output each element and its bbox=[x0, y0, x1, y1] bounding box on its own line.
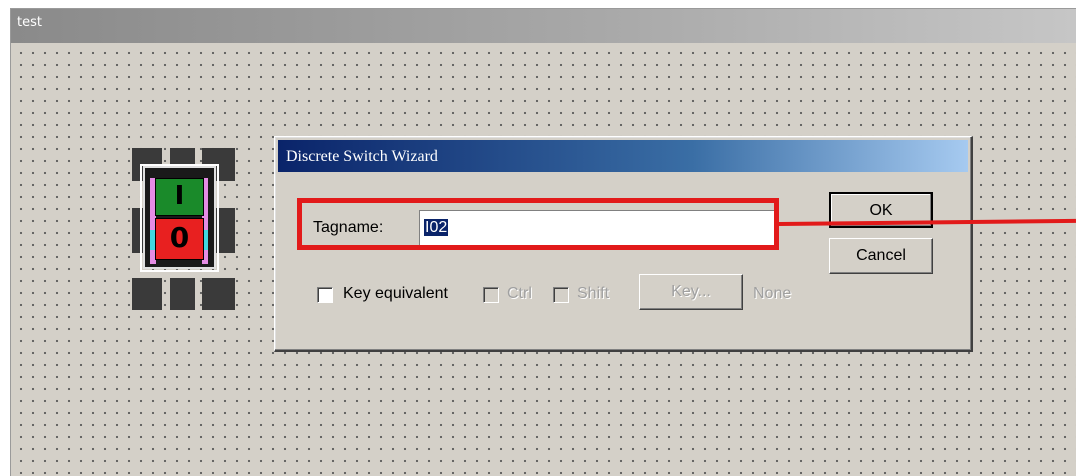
ctrl-label: Ctrl bbox=[507, 285, 532, 302]
ctrl-checkbox bbox=[483, 287, 499, 303]
switch-on-label: I bbox=[174, 181, 185, 211]
cancel-button[interactable]: Cancel bbox=[829, 238, 933, 274]
shift-label: Shift bbox=[577, 285, 610, 302]
switch-handle[interactable] bbox=[132, 278, 162, 310]
switch-handle[interactable] bbox=[202, 278, 235, 310]
switch-handle[interactable] bbox=[170, 278, 195, 310]
shift-checkbox bbox=[553, 287, 569, 303]
dialog-title[interactable]: Discrete Switch Wizard bbox=[278, 140, 968, 172]
highlight-box bbox=[297, 198, 779, 250]
key-equivalent-checkbox[interactable] bbox=[317, 287, 333, 303]
key-equivalent-label[interactable]: Key equivalent bbox=[343, 285, 448, 303]
switch-off-label: 0 bbox=[169, 221, 190, 254]
switch-off-segment: 0 bbox=[155, 218, 204, 260]
canvas-title: test bbox=[11, 9, 1076, 43]
discrete-switch-widget[interactable]: I 0 bbox=[120, 138, 245, 310]
switch-on-segment: I bbox=[155, 178, 204, 216]
key-button: Key... bbox=[639, 274, 743, 310]
key-value: None bbox=[753, 285, 792, 302]
